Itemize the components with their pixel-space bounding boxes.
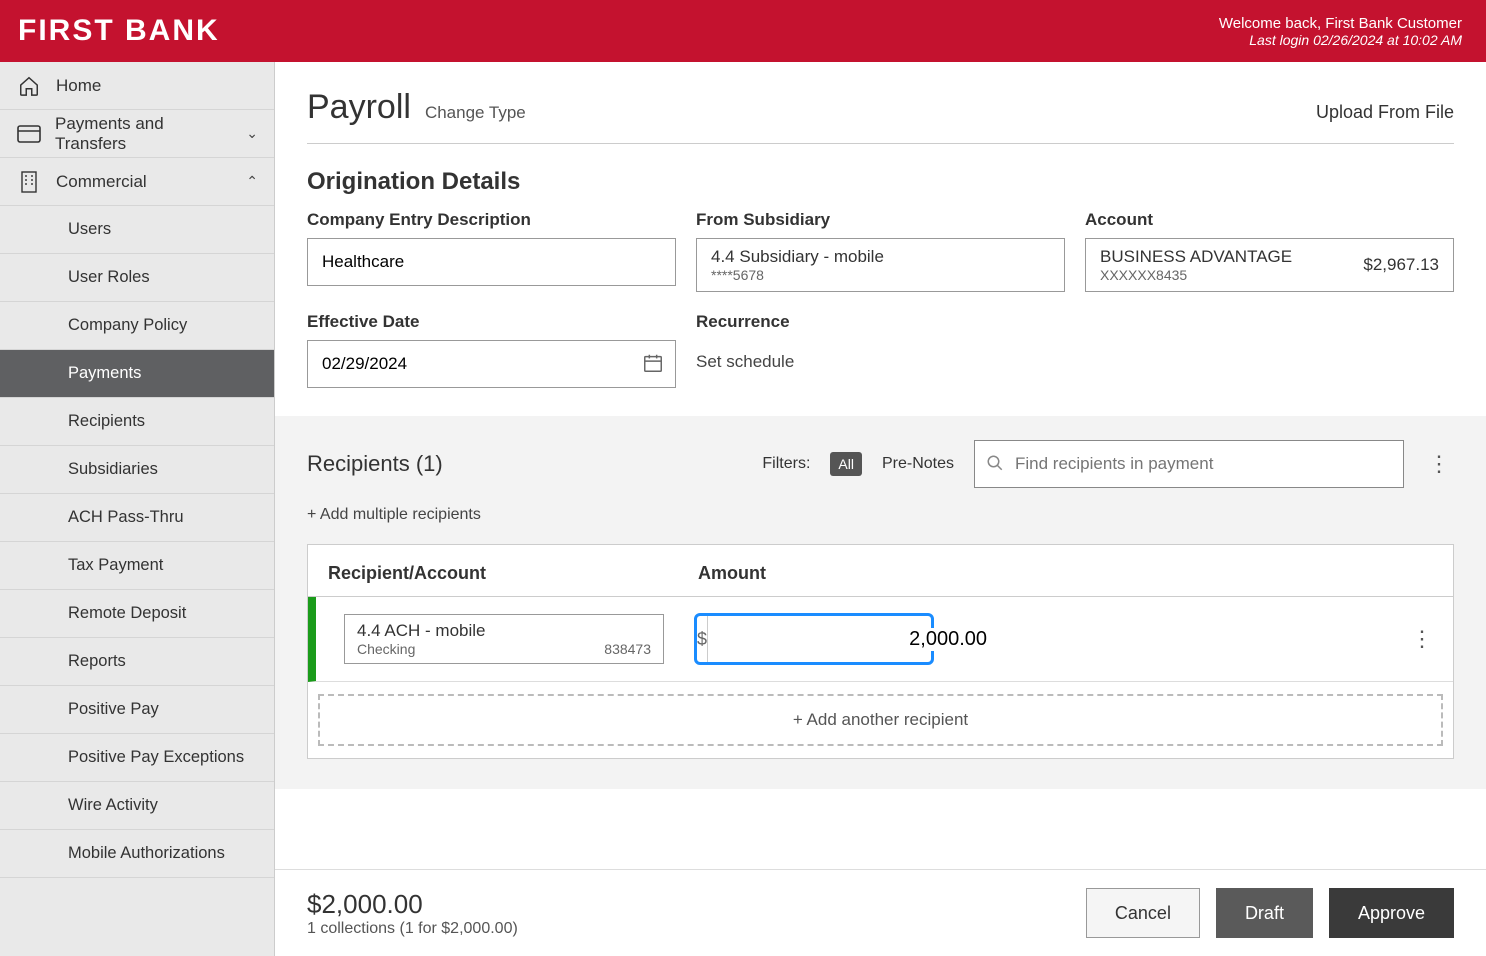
- building-icon: [16, 171, 42, 193]
- nav-positive-pay-exceptions[interactable]: Positive Pay Exceptions: [0, 734, 274, 782]
- origination-title: Origination Details: [275, 144, 1486, 206]
- recipients-table: Recipient/Account Amount 4.4 ACH - mobil…: [307, 544, 1454, 759]
- search-icon: [986, 454, 1004, 472]
- recipient-row: 4.4 ACH - mobile Checking 838473 $ ⋮: [308, 597, 1453, 682]
- nav-ach-passthru[interactable]: ACH Pass-Thru: [0, 494, 274, 542]
- home-icon: [16, 75, 42, 97]
- nav-payments[interactable]: Payments: [0, 350, 274, 398]
- company-entry-input[interactable]: [307, 238, 676, 286]
- effective-date-input[interactable]: [307, 340, 676, 388]
- recipients-options-icon[interactable]: ⋮: [1424, 451, 1454, 477]
- last-login-text: Last login 02/26/2024 at 10:02 AM: [1219, 32, 1462, 48]
- upload-from-file-link[interactable]: Upload From File: [1316, 102, 1454, 123]
- subsidiary-mask: ****5678: [711, 267, 1050, 283]
- nav-reports[interactable]: Reports: [0, 638, 274, 686]
- recipient-account-type: Checking: [357, 641, 415, 657]
- nav-users[interactable]: Users: [0, 206, 274, 254]
- filters-label: Filters:: [762, 455, 810, 473]
- nav-remote-deposit[interactable]: Remote Deposit: [0, 590, 274, 638]
- recipient-account-number: 838473: [604, 641, 651, 657]
- cancel-button[interactable]: Cancel: [1086, 888, 1200, 938]
- nav-commercial[interactable]: Commercial ⌃: [0, 158, 274, 206]
- footer-bar: $2,000.00 1 collections (1 for $2,000.00…: [275, 869, 1486, 956]
- nav-positive-pay[interactable]: Positive Pay: [0, 686, 274, 734]
- set-schedule-link[interactable]: Set schedule: [696, 340, 1065, 372]
- subsidiary-name: 4.4 Subsidiary - mobile: [711, 247, 1050, 267]
- nav-wire-activity[interactable]: Wire Activity: [0, 782, 274, 830]
- dollar-sign-icon: $: [697, 616, 708, 662]
- col-amount: Amount: [698, 563, 958, 584]
- recipient-row-options-icon[interactable]: ⋮: [1411, 626, 1433, 652]
- change-type-link[interactable]: Change Type: [425, 103, 526, 123]
- recipient-account-select[interactable]: 4.4 ACH - mobile Checking 838473: [344, 614, 664, 664]
- filter-prenotes[interactable]: Pre-Notes: [882, 455, 954, 473]
- page-title: Payroll: [307, 88, 411, 127]
- welcome-block: Welcome back, First Bank Customer Last l…: [1219, 15, 1462, 48]
- from-subsidiary-label: From Subsidiary: [696, 210, 1065, 230]
- calendar-icon[interactable]: [642, 352, 664, 374]
- top-banner: FIRST BANK Welcome back, First Bank Cust…: [0, 0, 1486, 62]
- nav-commercial-label: Commercial: [56, 172, 147, 192]
- recipient-search-input[interactable]: [974, 440, 1404, 488]
- nav-tax-payment[interactable]: Tax Payment: [0, 542, 274, 590]
- draft-button[interactable]: Draft: [1216, 888, 1313, 938]
- add-multiple-recipients-link[interactable]: + Add multiple recipients: [275, 498, 1486, 544]
- chevron-up-icon: ⌃: [246, 173, 258, 190]
- chevron-down-icon: ⌄: [246, 125, 258, 142]
- recurrence-label: Recurrence: [696, 312, 1065, 332]
- collections-summary: 1 collections (1 for $2,000.00): [307, 920, 518, 938]
- account-mask: XXXXXX8435: [1100, 267, 1292, 283]
- sidebar: Home Payments and Transfers ⌄ Commercial…: [0, 62, 275, 956]
- nav-mobile-authorizations[interactable]: Mobile Authorizations: [0, 830, 274, 878]
- account-select[interactable]: BUSINESS ADVANTAGE XXXXXX8435 $2,967.13: [1085, 238, 1454, 292]
- recipients-title: Recipients (1): [307, 451, 443, 477]
- nav-company-policy[interactable]: Company Policy: [0, 302, 274, 350]
- nav-subsidiaries[interactable]: Subsidiaries: [0, 446, 274, 494]
- col-recipient-account: Recipient/Account: [328, 563, 698, 584]
- effective-date-label: Effective Date: [307, 312, 676, 332]
- nav-payments-transfers[interactable]: Payments and Transfers ⌄: [0, 110, 274, 158]
- from-subsidiary-select[interactable]: 4.4 Subsidiary - mobile ****5678: [696, 238, 1065, 292]
- account-name: BUSINESS ADVANTAGE: [1100, 247, 1292, 267]
- account-label: Account: [1085, 210, 1454, 230]
- nav-home-label: Home: [56, 76, 101, 96]
- nav-recipients[interactable]: Recipients: [0, 398, 274, 446]
- total-amount: $2,000.00: [307, 889, 518, 920]
- amount-input[interactable]: [708, 628, 1001, 651]
- filter-all-pill[interactable]: All: [830, 452, 862, 476]
- nav-user-roles[interactable]: User Roles: [0, 254, 274, 302]
- nav-payments-transfers-label: Payments and Transfers: [55, 114, 232, 154]
- card-icon: [16, 125, 41, 143]
- amount-input-wrap[interactable]: $: [694, 613, 934, 665]
- company-entry-label: Company Entry Description: [307, 210, 676, 230]
- welcome-text: Welcome back, First Bank Customer: [1219, 15, 1462, 32]
- brand-logo: FIRST BANK: [18, 14, 220, 48]
- add-another-recipient-button[interactable]: + Add another recipient: [318, 694, 1443, 746]
- recipient-name: 4.4 ACH - mobile: [357, 621, 651, 641]
- nav-home[interactable]: Home: [0, 62, 274, 110]
- account-balance: $2,967.13: [1363, 255, 1439, 275]
- approve-button[interactable]: Approve: [1329, 888, 1454, 938]
